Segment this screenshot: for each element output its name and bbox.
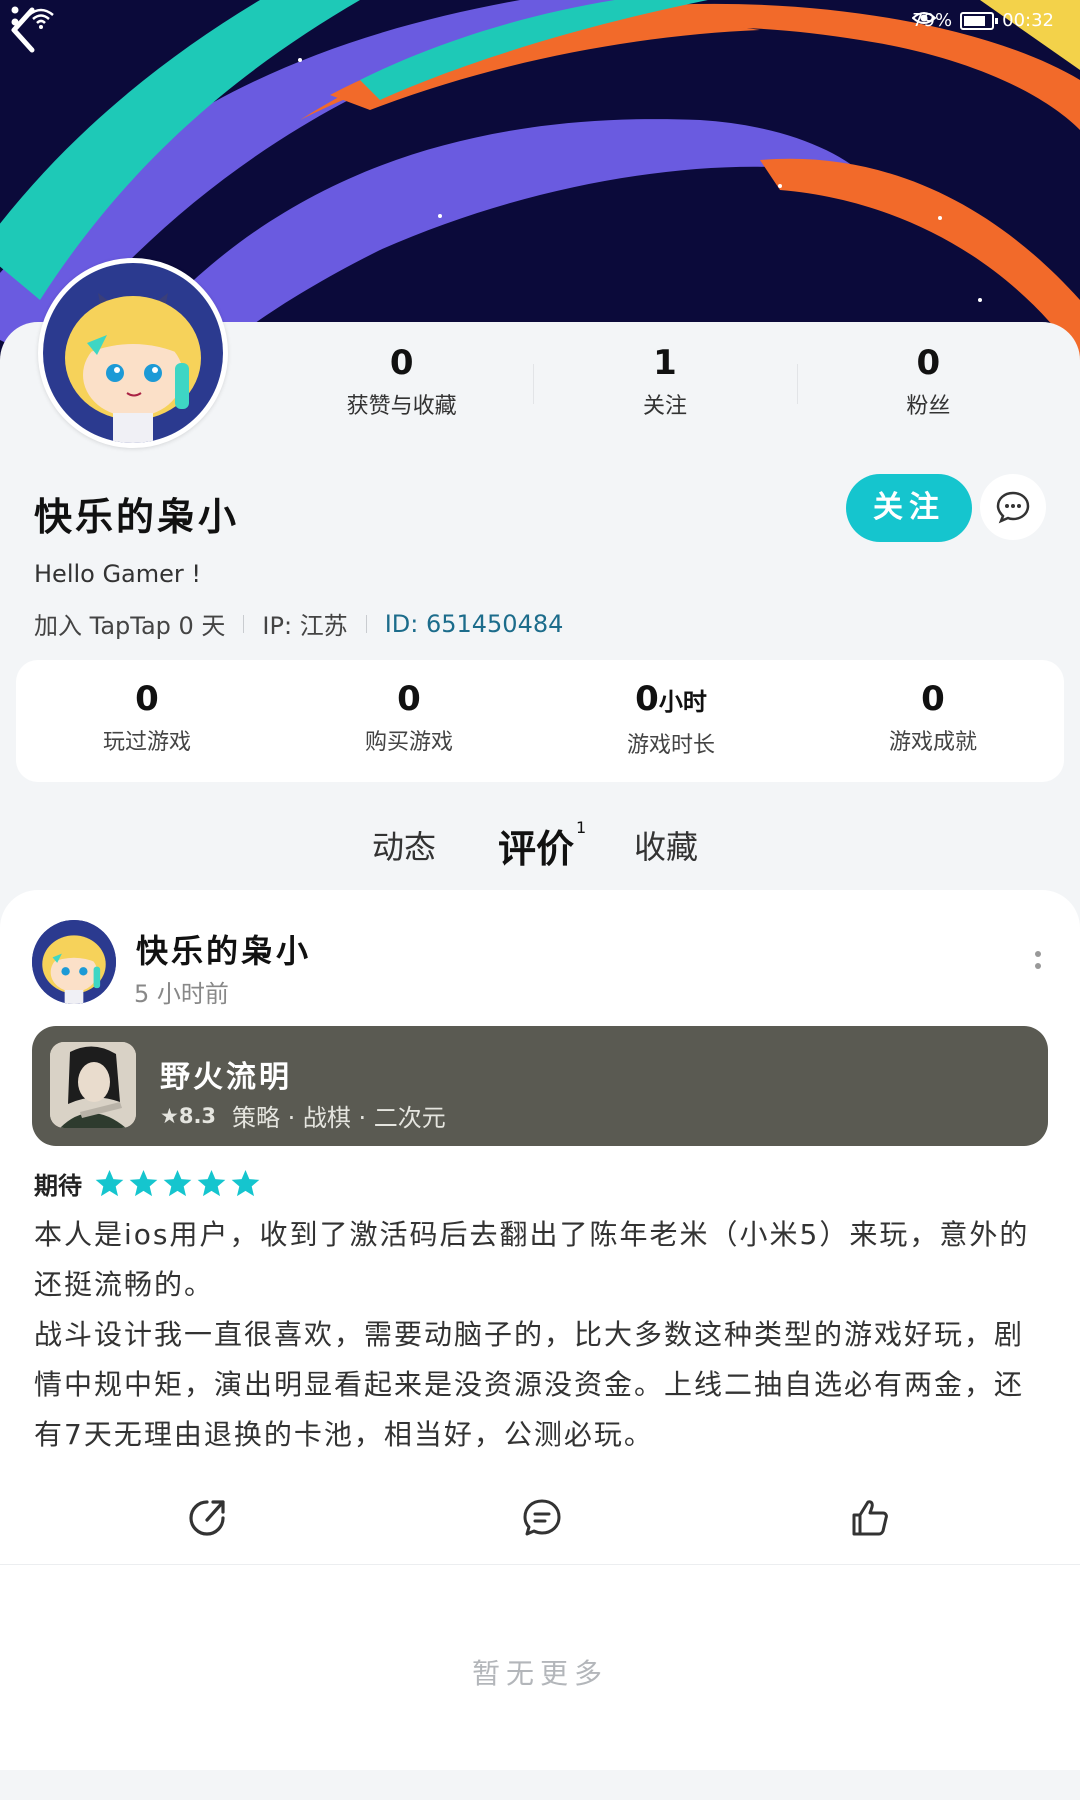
review-time: 5 小时前 <box>134 980 229 1008</box>
no-more-text: 暂无更多 <box>471 1657 608 1690</box>
avatar-illustration <box>43 263 223 443</box>
game-info: ★8.3 策略 · 战棋 · 二次元 <box>160 1098 446 1133</box>
stat-label: 关注 <box>642 394 687 419</box>
tab-count-badge: 1 <box>576 818 587 837</box>
stat-value: 0 <box>389 343 414 383</box>
stat-label: 玩过游戏 <box>102 730 191 755</box>
review-body: 本人是ios用户，收到了激活码后去翻出了陈年老米（小米5）来玩，意外的还挺流畅的… <box>34 1210 1046 1460</box>
tab-label: 评价 <box>498 827 575 871</box>
stat-followers[interactable]: 0 粉丝 <box>796 340 1060 430</box>
more-options-icon[interactable] <box>0 0 30 40</box>
ip-location: IP: 江苏 <box>262 612 348 640</box>
clock: 00:32 <box>1002 10 1054 31</box>
review-actions <box>0 1486 1080 1556</box>
tab-reviews[interactable]: 评价 1 <box>498 818 586 873</box>
star-icon <box>197 1169 226 1197</box>
user-id[interactable]: ID: 651450484 <box>385 610 564 638</box>
profile-meta: 加入 TapTap 0 天 IP: 江苏 ID: 651450484 <box>34 606 563 641</box>
divider <box>0 1564 1080 1565</box>
battery-fill <box>964 15 985 26</box>
content-tabs: 动态 评价 1 收藏 <box>0 818 1080 878</box>
star-icon <box>231 1169 260 1197</box>
game-name: 野火流明 <box>160 1060 292 1095</box>
profile-bio: Hello Gamer ! <box>34 560 202 588</box>
star-icon <box>129 1169 158 1197</box>
games-played[interactable]: 0 玩过游戏 <box>16 660 278 782</box>
message-button[interactable] <box>980 474 1046 540</box>
games-purchased[interactable]: 0 购买游戏 <box>278 660 540 782</box>
profile-avatar[interactable] <box>38 258 228 448</box>
reviewer-name[interactable]: 快乐的枭小 <box>136 926 311 972</box>
stat-label: 获赞与收藏 <box>346 394 457 419</box>
like-icon[interactable] <box>848 1496 892 1540</box>
play-time[interactable]: 0小时 游戏时长 <box>540 660 802 782</box>
star-icon <box>95 1169 124 1197</box>
join-days: 加入 TapTap 0 天 <box>34 612 226 640</box>
stat-value: 0 <box>135 679 159 719</box>
stat-label: 购买游戏 <box>364 730 453 755</box>
review-rating: 期待 <box>34 1166 261 1201</box>
status-bar: 79% 00:32 <box>0 0 1080 44</box>
achievements[interactable]: 0 游戏成就 <box>802 660 1064 782</box>
star-icon <box>163 1169 192 1197</box>
stat-value: 0 <box>916 343 941 383</box>
divider <box>365 614 367 633</box>
follow-button[interactable]: 关注 <box>846 474 972 542</box>
social-stats: 0 获赞与收藏 1 关注 0 粉丝 <box>270 340 1060 430</box>
stat-likes-favorites[interactable]: 0 获赞与收藏 <box>270 340 533 430</box>
star-rating <box>94 1168 261 1199</box>
eye-comfort-icon <box>912 12 937 24</box>
game-stats-card: 0 玩过游戏 0 购买游戏 0小时 游戏时长 0 游戏成就 <box>16 660 1064 782</box>
tab-dynamics[interactable]: 动态 <box>372 822 436 868</box>
tab-favorites[interactable]: 收藏 <box>634 822 698 868</box>
game-card[interactable]: 野火流明 ★8.3 策略 · 战棋 · 二次元 <box>32 1026 1048 1146</box>
review-paragraph: 本人是ios用户，收到了激活码后去翻出了陈年老米（小米5）来玩，意外的还挺流畅的… <box>34 1218 1030 1301</box>
rating-label: 期待 <box>34 1172 82 1200</box>
stat-following[interactable]: 1 关注 <box>533 340 796 430</box>
stat-unit: 小时 <box>658 688 707 716</box>
game-score: ★8.3 <box>160 1103 217 1128</box>
share-icon[interactable] <box>185 1496 229 1540</box>
review-more-icon[interactable] <box>1032 946 1044 980</box>
game-tags: 策略 · 战棋 · 二次元 <box>232 1104 446 1132</box>
review-paragraph: 战斗设计我一直很喜欢，需要动脑子的，比大多数这种类型的游戏好玩，剧情中规中矩，演… <box>34 1318 1025 1451</box>
stat-value: 0 <box>921 679 945 719</box>
stat-label: 游戏成就 <box>888 730 977 755</box>
review-card: 快乐的枭小 5 小时前 野火流明 ★8.3 策略 · 战棋 · 二次元 期待 本… <box>0 890 1080 1770</box>
stat-value: 0 <box>397 679 421 719</box>
stat-label: 粉丝 <box>906 394 951 419</box>
battery-icon <box>960 11 999 30</box>
chat-bubble-icon <box>996 491 1030 524</box>
divider <box>243 614 245 633</box>
stat-label: 游戏时长 <box>626 733 715 758</box>
stat-value: 0 <box>635 679 659 719</box>
avatar-illustration <box>32 920 116 1004</box>
comment-icon[interactable] <box>520 1496 564 1540</box>
reviewer-avatar[interactable] <box>32 920 116 1004</box>
game-cover-art <box>50 1042 136 1128</box>
game-icon <box>50 1042 136 1128</box>
stat-value: 1 <box>653 343 677 383</box>
profile-username: 快乐的枭小 <box>34 495 240 539</box>
